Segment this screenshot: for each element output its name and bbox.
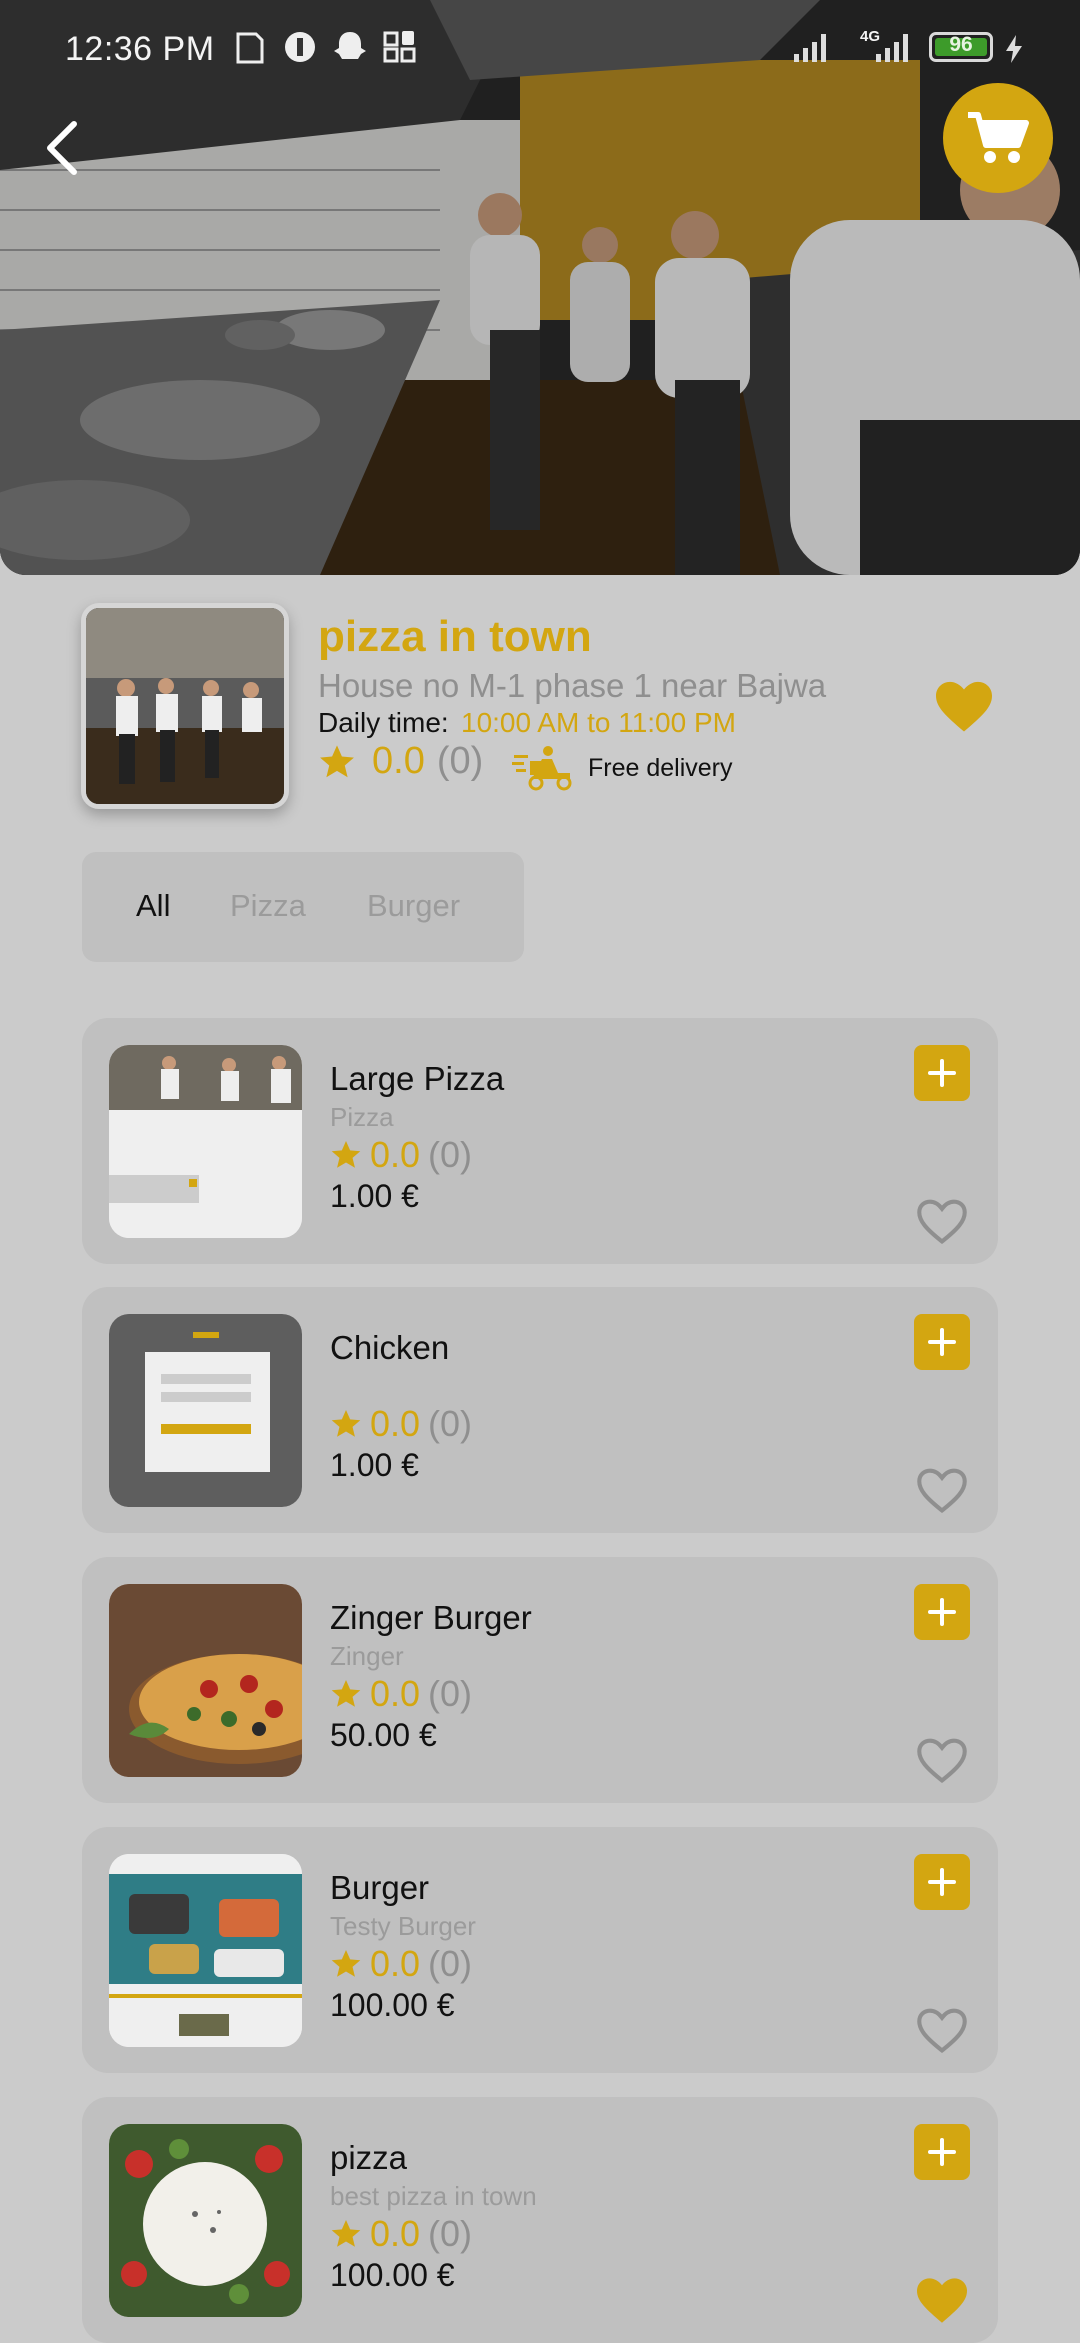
charging-icon [1006,35,1022,63]
product-image [109,1584,302,1777]
heart-filled-icon [917,2278,967,2323]
product-subtitle: best pizza in town [330,2181,537,2211]
product-rating-count: (0) [428,1403,473,1444]
grid-app-icon [383,31,416,63]
app-notification-icon [285,32,315,62]
star-icon [331,2220,361,2247]
plus-icon [928,1328,956,1356]
product-rating-value: 0.0 [370,1134,421,1175]
product-rating: 0.0 (0) [330,2213,472,2255]
favorite-button[interactable] [914,1196,970,1246]
product-rating-value: 0.0 [370,2213,421,2254]
product-name: Zinger Burger [330,1599,532,1636]
tab-all[interactable]: All [136,888,170,924]
product-image [109,1045,302,1238]
store-rating-count: (0) [436,740,484,782]
delivery-text: Free delivery [588,753,733,782]
product-name: pizza [330,2139,408,2176]
product-name: Chicken [330,1329,450,1366]
product-card[interactable]: Burger Testy Burger 0.0 (0) 100.00 € [82,1827,998,2073]
product-price: 100.00 € [330,1987,455,2023]
star-icon [331,1141,361,1168]
product-rating: 0.0 (0) [330,1134,472,1176]
product-price: 100.00 € [330,2257,455,2293]
status-notification-icons [232,28,418,66]
product-card[interactable]: pizza best pizza in town 0.0 (0) 100.00 … [82,2097,998,2343]
back-button[interactable] [38,118,88,178]
product-subtitle: Zinger [330,1641,404,1671]
cart-button[interactable] [943,83,1053,193]
heart-outline-icon [917,1738,967,1784]
product-price: 1.00 € [330,1447,419,1483]
add-to-cart-button[interactable] [914,1314,970,1370]
product-rating: 0.0 (0) [330,1673,472,1715]
product-subtitle: Testy Burger [330,1911,476,1941]
heart-outline-icon [917,2008,967,2054]
plus-icon [928,1598,956,1626]
plus-icon [928,1868,956,1896]
favorite-button[interactable] [914,1735,970,1785]
add-to-cart-button[interactable] [914,1045,970,1101]
store-name: pizza in town [318,612,592,661]
product-card[interactable]: Chicken 0.0 (0) 1.00 € [82,1287,998,1533]
shopping-cart-icon [968,112,1029,163]
plus-icon [928,1059,956,1087]
product-rating: 0.0 (0) [330,1943,472,1985]
product-image [109,2124,302,2317]
product-image [109,1314,302,1507]
heart-filled-icon [936,681,992,732]
favorite-button[interactable] [914,1465,970,1515]
product-rating-value: 0.0 [370,1943,421,1984]
product-card[interactable]: Zinger Burger Zinger 0.0 (0) 50.00 € [82,1557,998,1803]
product-price: 50.00 € [330,1717,437,1753]
store-rating: 0.0 (0) [318,740,483,783]
product-name: Burger [330,1869,430,1906]
daily-time-label: Daily time: [318,707,449,738]
delivery-scooter-icon [512,746,572,791]
store-favorite-button[interactable] [933,678,995,734]
product-rating-count: (0) [428,1673,473,1714]
product-rating-count: (0) [428,1134,473,1175]
status-bar: 12:36 PM 4G 96 [0,0,1080,100]
add-to-cart-button[interactable] [914,1584,970,1640]
category-tabs: All Pizza Burger [82,852,524,962]
product-rating-count: (0) [428,2213,473,2254]
sim-icon [236,32,264,64]
add-to-cart-button[interactable] [914,2124,970,2180]
store-address: House no M-1 phase 1 near Bajwa [318,667,827,704]
snapchat-icon [334,32,366,59]
product-subtitle: Pizza [330,1102,394,1132]
heart-outline-icon [917,1199,967,1245]
battery-indicator: 96 [929,32,993,62]
product-name: Large Pizza [330,1060,505,1097]
product-rating-count: (0) [428,1943,473,1984]
star-icon [331,1410,361,1437]
product-rating-value: 0.0 [370,1403,421,1444]
product-price: 1.00 € [330,1178,419,1214]
favorite-button[interactable] [914,2275,970,2325]
tab-burger[interactable]: Burger [367,888,460,924]
heart-outline-icon [917,1468,967,1514]
status-time: 12:36 PM [65,30,215,68]
battery-percent: 96 [949,33,973,56]
store-logo-image [81,603,289,809]
product-card[interactable]: Large Pizza Pizza 0.0 (0) 1.00 € [82,1018,998,1264]
store-rating-value: 0.0 [372,740,425,782]
product-rating: 0.0 (0) [330,1403,472,1445]
tab-pizza[interactable]: Pizza [230,888,306,924]
star-icon [320,744,354,777]
delivery-info: Free delivery [512,745,733,791]
plus-icon [928,2138,956,2166]
daily-time-value: 10:00 AM to 11:00 PM [461,707,736,738]
product-rating-value: 0.0 [370,1673,421,1714]
add-to-cart-button[interactable] [914,1854,970,1910]
cell-signal-icon [876,34,908,62]
favorite-button[interactable] [914,2005,970,2055]
product-image [109,1854,302,2047]
star-icon [331,1680,361,1707]
wifi-signal-icon [794,34,826,62]
star-icon [331,1950,361,1977]
